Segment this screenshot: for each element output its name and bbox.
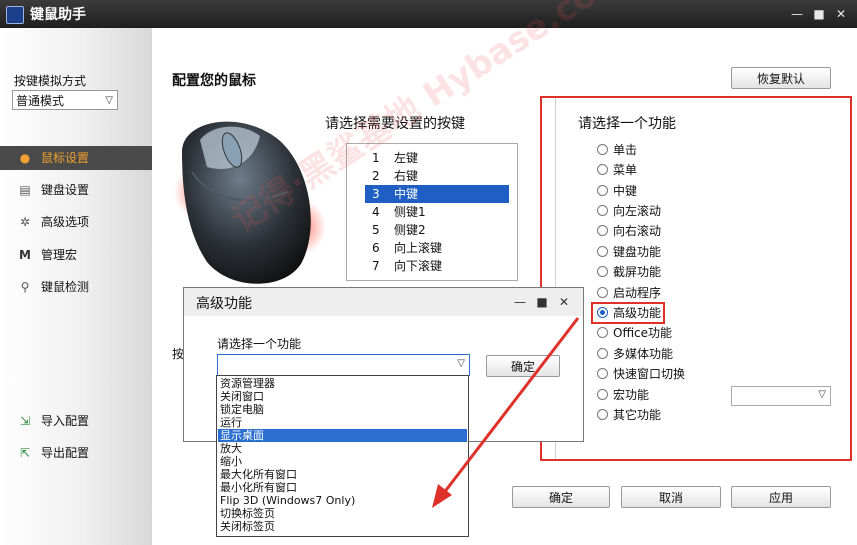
annotation-arrow [432,317,580,508]
